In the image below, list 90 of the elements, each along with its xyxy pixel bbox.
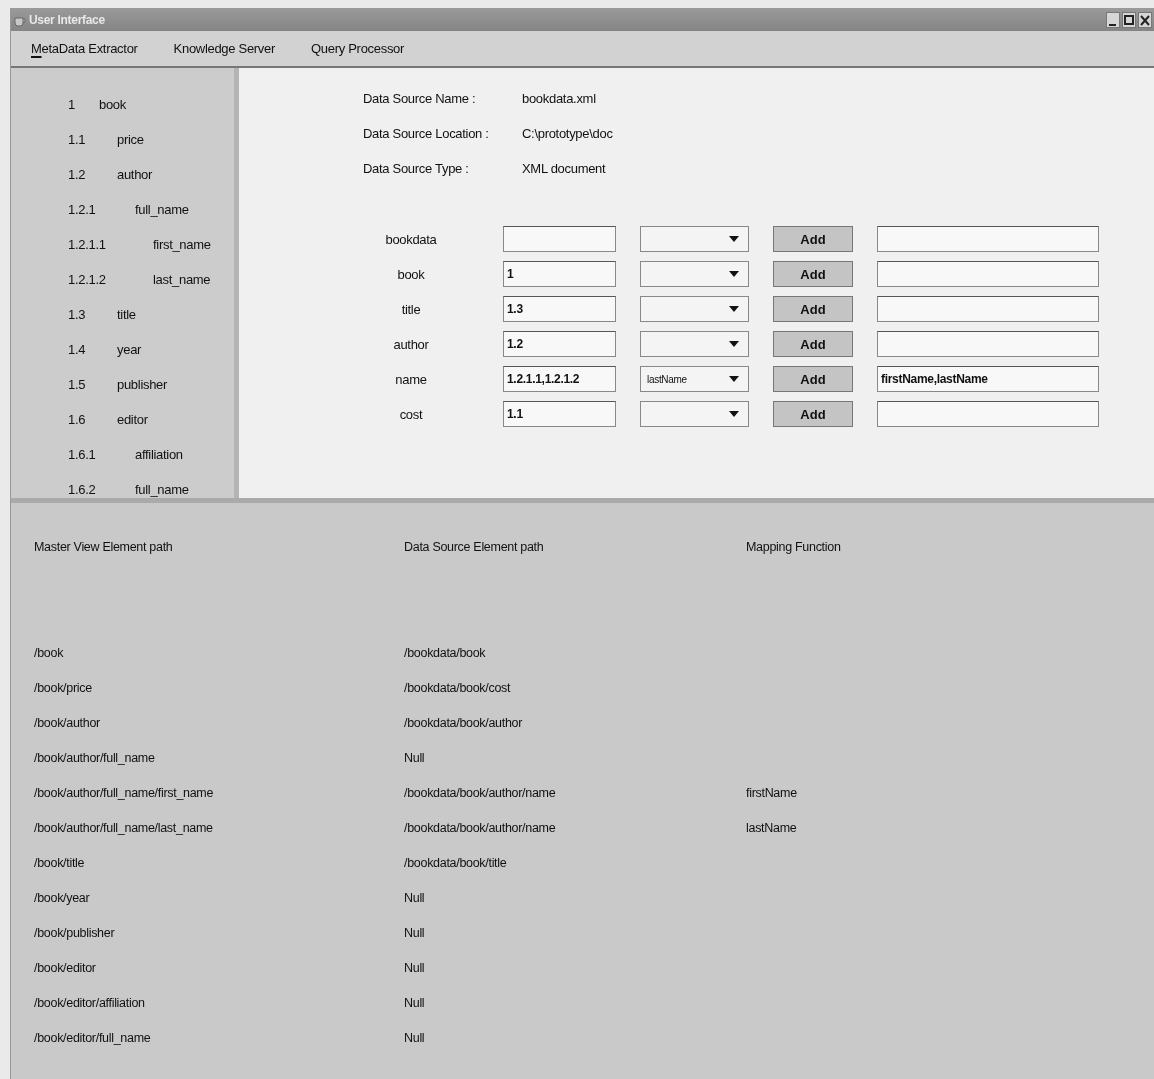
caret-icon [728,340,740,348]
tree-item[interactable]: 1 book [11,87,126,122]
result-field[interactable] [877,296,1099,322]
tree-item[interactable]: 1.3 title [11,297,136,332]
table-cell: /bookdata/book/author/name [404,785,556,800]
field-value: XML document [522,161,607,176]
table-cell: Null [404,960,425,975]
table-cell: Null [404,995,425,1010]
table-cell: /bookdata/book/author [404,715,523,730]
minimize-icon[interactable] [1106,11,1120,28]
function-dropdown[interactable] [640,331,749,357]
function-dropdown[interactable] [640,261,749,287]
table-cell: /bookdata/book/cost [404,680,511,695]
add-button[interactable]: Add [773,401,853,427]
element-label: bookdata [385,231,437,247]
index-field[interactable]: 1.2 [503,331,616,357]
tree-item[interactable]: 1.2.1.2 last_name [11,262,211,297]
tree-item[interactable]: 1.1 price [11,122,144,157]
index-field[interactable]: 1 [503,261,616,287]
tree-item[interactable]: 1.4 year [11,332,142,367]
tree-item[interactable]: 1.6 editor [11,402,148,437]
function-dropdown[interactable] [640,296,749,322]
caret-icon [728,235,740,243]
table-cell: /bookdata/book [404,645,486,660]
element-label: book [397,266,425,282]
column-header: Master View Element path [34,539,173,554]
tree-item[interactable]: 1.2.1.1 first_name [11,227,211,262]
index-field[interactable] [503,226,616,252]
table-cell: /book/author/full_name [34,750,155,765]
field-label: Data Source Name : [363,91,477,106]
table-cell: /book/editor/full_name [34,1030,151,1045]
element-label: author [393,336,429,352]
function-dropdown[interactable]: lastName [640,366,749,392]
element-label: cost [399,406,423,422]
caret-icon [728,375,740,383]
window-title: User Interface [29,12,105,27]
maximize-icon[interactable] [1122,11,1136,28]
table-cell: /book/price [34,680,92,695]
caret-icon [728,410,740,418]
table-cell: /book/author/full_name/first_name [34,785,214,800]
table-cell: /book/author [34,715,100,730]
table-cell: firstName [746,785,797,800]
add-button[interactable]: Add [773,331,853,357]
element-label: name [395,371,427,387]
add-button[interactable]: Add [773,261,853,287]
result-field[interactable] [877,226,1099,252]
table-cell: /bookdata/book/author/name [404,820,556,835]
table-cell: /book/author/full_name/last_name [34,820,213,835]
result-field[interactable] [877,401,1099,427]
result-field[interactable]: firstName,lastName [877,366,1099,392]
table-cell: Null [404,925,425,940]
field-value: C:\prototype\doc [522,126,613,141]
tree-item[interactable]: 1.6.1 affiliation [11,437,183,472]
field-label: Data Source Type : [363,161,470,176]
table-cell: Null [404,750,425,765]
add-button[interactable]: Add [773,226,853,252]
table-cell: /book/editor/affiliation [34,995,145,1010]
function-dropdown[interactable] [640,401,749,427]
table-cell: Null [404,890,425,905]
tree-item[interactable]: 1.6.2 full_name [11,472,189,507]
index-field[interactable]: 1.2.1.1,1.2.1.2 [503,366,616,392]
tree-item[interactable]: 1.5 publisher [11,367,168,402]
table-cell: /book/title [34,855,85,870]
result-field[interactable] [877,261,1099,287]
add-button[interactable]: Add [773,296,853,322]
menu-item[interactable]: Query Processor [311,39,405,58]
index-field[interactable]: 1.1 [503,401,616,427]
menu-item[interactable]: MetaData Extractor [31,39,138,58]
table-cell: /book/year [34,890,90,905]
tree-item[interactable]: 1.2.1 full_name [11,192,189,227]
table-cell: /bookdata/book/title [404,855,507,870]
table-cell: lastName [746,820,797,835]
field-label: Data Source Location : [363,126,490,141]
column-header: Data Source Element path [404,539,544,554]
add-button[interactable]: Add [773,366,853,392]
function-dropdown[interactable] [640,226,749,252]
table-cell: /book/editor [34,960,96,975]
column-header: Mapping Function [746,539,841,554]
result-field[interactable] [877,331,1099,357]
caret-icon [728,270,740,278]
tree-item[interactable]: 1.2 author [11,157,153,192]
menu-item[interactable]: Knowledge Server [173,39,276,58]
table-cell: /book [34,645,64,660]
element-label: title [401,301,421,317]
table-cell: Null [404,1030,425,1045]
table-cell: /book/publisher [34,925,115,940]
close-icon[interactable] [1138,11,1152,28]
index-field[interactable]: 1.3 [503,296,616,322]
field-value: bookdata.xml [522,91,597,106]
caret-icon [728,305,740,313]
